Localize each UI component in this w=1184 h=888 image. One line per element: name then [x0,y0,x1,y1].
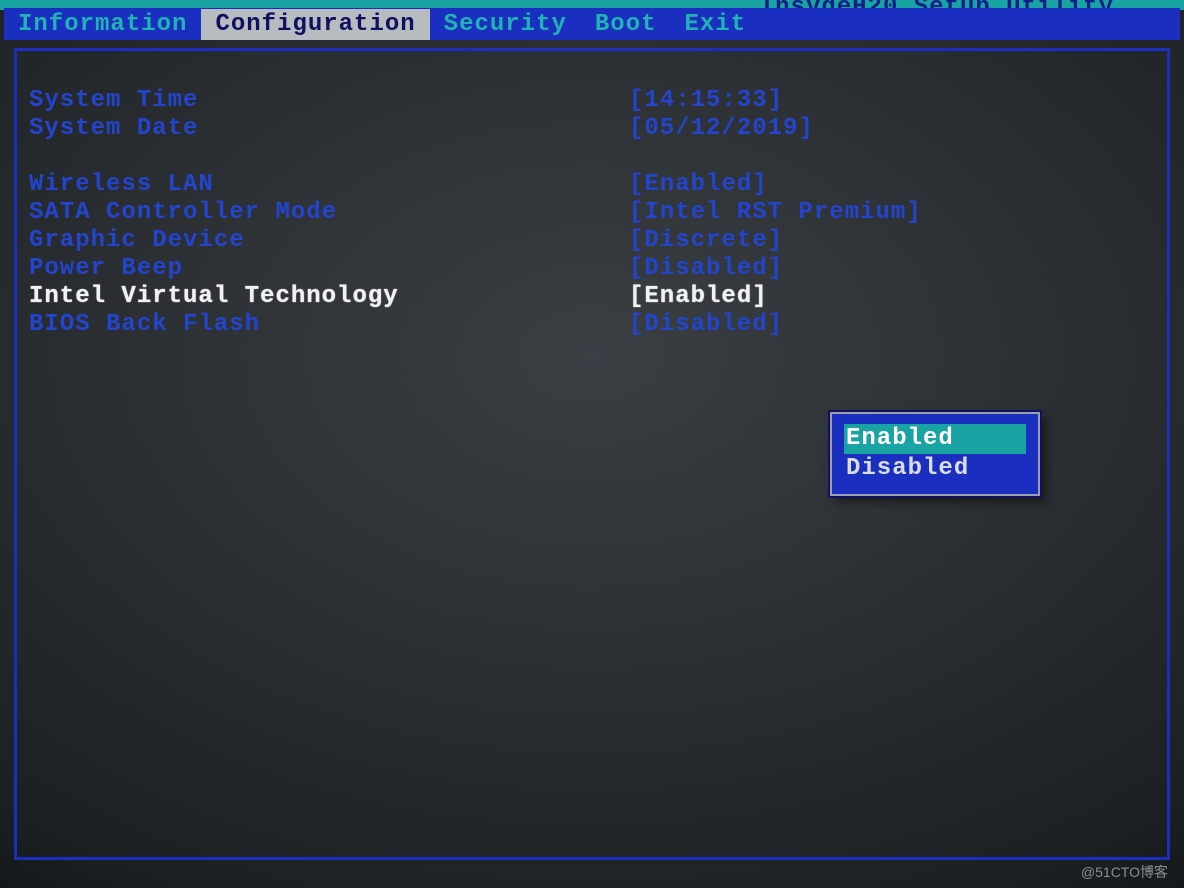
label-sata-controller-mode: SATA Controller Mode [29,199,629,227]
row-wireless-lan[interactable]: Wireless LAN [Enabled] [29,171,1155,199]
label-intel-vt: Intel Virtual Technology [29,283,629,311]
row-system-date[interactable]: System Date [05/12/2019] [29,115,1155,143]
tab-boot[interactable]: Boot [581,9,671,40]
row-bios-back-flash[interactable]: BIOS Back Flash [Disabled] [29,311,1155,339]
row-intel-vt[interactable]: Intel Virtual Technology [Enabled] [29,283,1155,311]
value-bios-back-flash[interactable]: [Disabled] [629,311,783,339]
tab-configuration[interactable]: Configuration [201,9,429,40]
row-system-time[interactable]: System Time [14:15:33] [29,87,1155,115]
value-sata-controller-mode[interactable]: [Intel RST Premium] [629,199,922,227]
popup-option-disabled[interactable]: Disabled [844,454,1026,484]
value-wireless-lan[interactable]: [Enabled] [629,171,768,199]
label-wireless-lan: Wireless LAN [29,171,629,199]
value-system-time[interactable]: [14:15:33] [629,87,783,115]
popup-option-enabled[interactable]: Enabled [844,424,1026,454]
label-system-date: System Date [29,115,629,143]
label-power-beep: Power Beep [29,255,629,283]
value-system-date[interactable]: [05/12/2019] [629,115,814,143]
label-bios-back-flash: BIOS Back Flash [29,311,629,339]
row-sata-controller-mode[interactable]: SATA Controller Mode [Intel RST Premium] [29,199,1155,227]
config-rows: System Time [14:15:33] System Date [05/1… [29,87,1155,339]
row-spacer [29,143,1155,171]
label-system-time: System Time [29,87,629,115]
tab-security[interactable]: Security [430,9,581,40]
value-intel-vt[interactable]: [Enabled] [629,283,768,311]
menu-bar: Information Configuration Security Boot … [4,8,1180,40]
value-graphic-device[interactable]: [Discrete] [629,227,783,255]
watermark-text: @51CTO博客 [1081,862,1168,882]
label-graphic-device: Graphic Device [29,227,629,255]
option-popup: Enabled Disabled [830,412,1040,496]
row-power-beep[interactable]: Power Beep [Disabled] [29,255,1155,283]
tab-exit[interactable]: Exit [671,9,761,40]
bios-screen: InsydeH20 Setup Utility Information Conf… [0,0,1184,888]
value-power-beep[interactable]: [Disabled] [629,255,783,283]
row-graphic-device[interactable]: Graphic Device [Discrete] [29,227,1155,255]
tab-information[interactable]: Information [4,9,201,40]
